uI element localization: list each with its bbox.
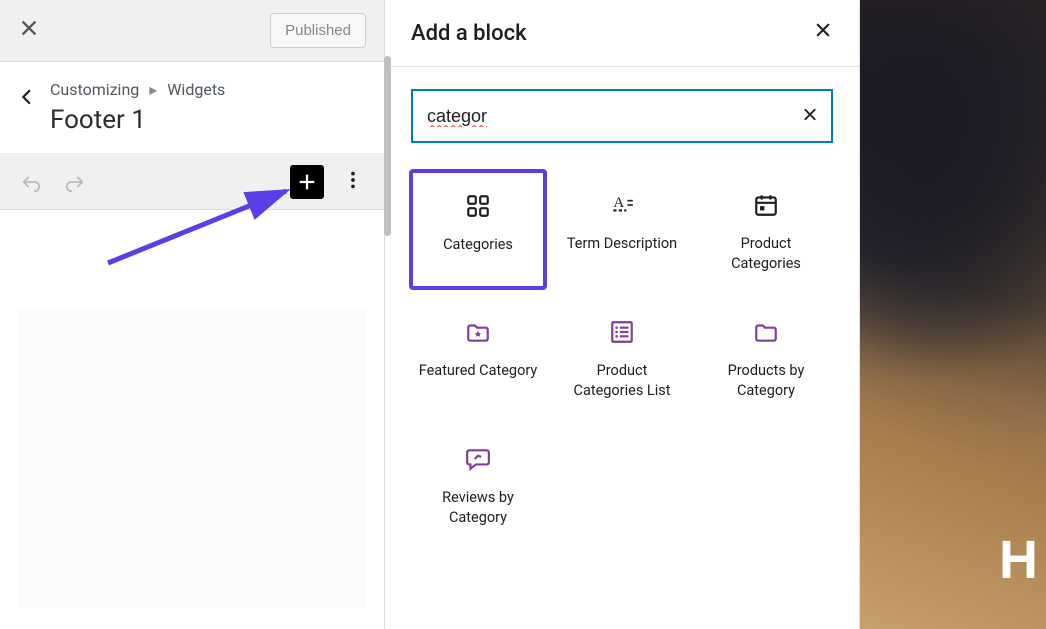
popover-title: Add a block xyxy=(411,21,527,46)
categories-icon xyxy=(465,191,491,221)
block-label: Term Description xyxy=(567,234,677,254)
customizer-panel: Published Customizing ▸ Widgets Footer 1 xyxy=(0,0,385,629)
block-results-grid: Categories A Term Description Product Ca… xyxy=(385,155,859,558)
more-options-button[interactable] xyxy=(338,165,368,198)
svg-text:A: A xyxy=(613,194,624,211)
add-block-button[interactable] xyxy=(290,165,324,199)
scrollbar-thumb[interactable] xyxy=(384,56,391,236)
clear-search-button[interactable] xyxy=(795,100,825,133)
product-categories-list-icon xyxy=(609,317,635,347)
term-description-icon: A xyxy=(609,190,635,220)
page-title: Footer 1 xyxy=(50,105,366,135)
chevron-left-icon xyxy=(18,88,36,106)
block-label: Products by Category xyxy=(706,361,826,400)
block-label: Product Categories List xyxy=(562,361,682,400)
block-label: Product Categories xyxy=(706,234,826,273)
breadcrumb: Customizing ▸ Widgets xyxy=(50,80,366,99)
close-customizer-button[interactable] xyxy=(18,17,40,45)
breadcrumb-row: Customizing ▸ Widgets Footer 1 xyxy=(0,62,384,154)
widget-area-placeholder[interactable] xyxy=(18,308,366,608)
undo-icon xyxy=(20,171,42,193)
products-by-category-icon xyxy=(753,317,779,347)
featured-category-icon xyxy=(465,317,491,347)
customizer-topbar: Published xyxy=(0,0,384,62)
plus-icon xyxy=(296,171,318,193)
more-vertical-icon xyxy=(342,169,364,191)
block-inserter-panel: Add a block Categories A xyxy=(385,0,860,629)
block-label: Reviews by Category xyxy=(418,488,538,527)
product-categories-icon xyxy=(753,190,779,220)
breadcrumb-parent: Customizing xyxy=(50,80,139,99)
preview-glyph: H xyxy=(999,529,1038,591)
close-icon xyxy=(18,17,40,39)
block-featured-category[interactable]: Featured Category xyxy=(409,296,547,417)
block-label: Categories xyxy=(443,235,513,255)
block-search-input[interactable] xyxy=(411,89,833,143)
undo-button[interactable] xyxy=(16,167,46,197)
popover-header: Add a block xyxy=(385,0,859,66)
block-product-categories[interactable]: Product Categories xyxy=(697,169,835,290)
breadcrumb-section: Widgets xyxy=(167,80,225,99)
breadcrumb-separator-icon: ▸ xyxy=(149,80,157,99)
site-preview[interactable]: H xyxy=(860,0,1046,629)
block-categories[interactable]: Categories xyxy=(409,169,547,290)
redo-button[interactable] xyxy=(60,167,90,197)
block-term-description[interactable]: A Term Description xyxy=(553,169,691,290)
redo-icon xyxy=(64,171,86,193)
close-icon xyxy=(813,20,833,40)
block-product-categories-list[interactable]: Product Categories List xyxy=(553,296,691,417)
block-products-by-category[interactable]: Products by Category xyxy=(697,296,835,417)
block-label: Featured Category xyxy=(419,361,538,381)
publish-button[interactable]: Published xyxy=(270,13,366,48)
close-popover-button[interactable] xyxy=(813,20,833,46)
block-reviews-by-category[interactable]: Reviews by Category xyxy=(409,423,547,544)
close-icon xyxy=(801,106,819,124)
search-wrap xyxy=(411,89,833,143)
reviews-by-category-icon xyxy=(465,444,491,474)
divider xyxy=(385,66,859,67)
back-button[interactable] xyxy=(10,80,50,109)
editor-toolbar xyxy=(0,154,384,210)
